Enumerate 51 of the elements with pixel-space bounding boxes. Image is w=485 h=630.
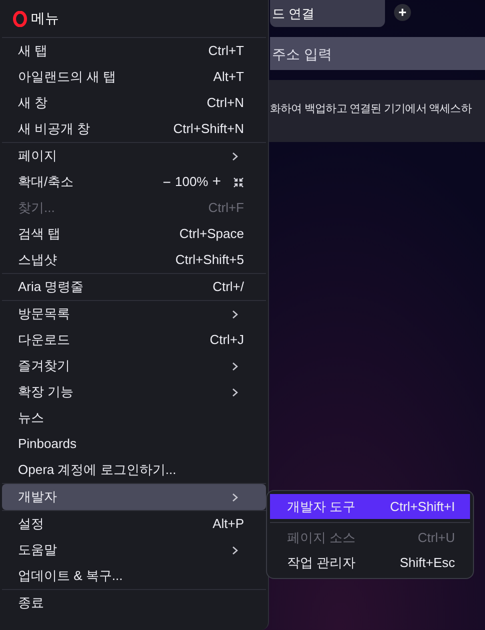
menu-item[interactable]: 업데이트 & 복구... [2,563,266,589]
fullscreen-icon[interactable] [233,176,244,188]
menu-item[interactable]: 다운로드 Ctrl+J [2,327,266,353]
menu-item[interactable]: 스냅샷 Ctrl+Shift+5 [2,247,266,273]
menu-item[interactable]: 개발자 [2,484,266,510]
shortcut-label: Ctrl+U [418,528,455,547]
menu-item[interactable]: 새 탭 Ctrl+T [2,38,266,64]
menu-item[interactable]: 설정 Alt+P [2,511,266,537]
shortcut-label: Shift+Esc [400,554,455,572]
zoom-in-button[interactable]: + [210,170,223,194]
menu-item[interactable]: 방문목록 [2,301,266,327]
chevron-icon [232,310,238,318]
shortcut-label: Ctrl+/ [212,278,244,296]
submenu-item[interactable]: 개발자 도구 Ctrl+Shift+I [270,494,470,519]
shortcut-label: Ctrl+Shift+I [390,498,455,516]
chevron-icon [232,152,238,160]
shortcut-label: Ctrl+Shift+5 [175,251,244,270]
address-field[interactable]: 주소 입력 [270,37,485,70]
shortcut-label: Ctrl+F [208,199,244,218]
menu-item[interactable]: 즐겨찾기 [2,353,266,379]
logo-icon [13,10,27,26]
menu-item[interactable]: Pinboards [2,431,266,457]
chevron-icon [232,492,238,502]
chevron-icon [232,362,238,370]
menu-item[interactable]: 종료 [2,590,266,616]
shortcut-label: Ctrl+T [208,42,244,60]
shortcut-label: Ctrl+J [210,331,244,350]
shortcut-label: Alt+T [213,68,244,86]
zoom-value: 100% [174,173,210,192]
menu-item[interactable]: 아일랜드의 새 탭 Alt+T [2,64,266,90]
shortcut-label: Ctrl+Shift+N [173,120,244,138]
menu-item[interactable]: 확장 기능 [2,379,266,405]
chevron-icon [232,388,238,396]
menu-item[interactable]: 도움말 [2,537,266,563]
menu-item[interactable]: 뉴스 [2,405,266,431]
menu-item[interactable]: 새 창 Ctrl+N [2,90,266,116]
browser-tab[interactable]: 드 연결 [270,0,385,27]
menu-item[interactable]: Opera 계정에 로그인하기... [2,457,266,483]
shortcut-label: Ctrl+N [206,94,244,112]
menu-item[interactable]: 검색 탭 Ctrl+Space [2,221,266,247]
chevron-icon [232,546,238,554]
shortcut-label: Alt+P [212,515,244,534]
menu-item-label: 확대/축소 [18,173,75,192]
menu-title: 메뉴 [31,9,59,28]
zoom-out-button[interactable]: − [160,172,173,192]
banner-text: 화하여 백업하고 연결된 기기에서 액세스하 [270,102,472,117]
menu-item[interactable]: 페이지 [2,143,266,169]
menu-item[interactable]: 새 비공개 창 Ctrl+Shift+N [2,116,266,142]
shortcut-label: Ctrl+Space [179,225,244,244]
menu-item[interactable]: Aria 명령줄 Ctrl+/ [2,274,266,300]
submenu-item[interactable]: 작업 관리자 Shift+Esc [270,550,470,575]
